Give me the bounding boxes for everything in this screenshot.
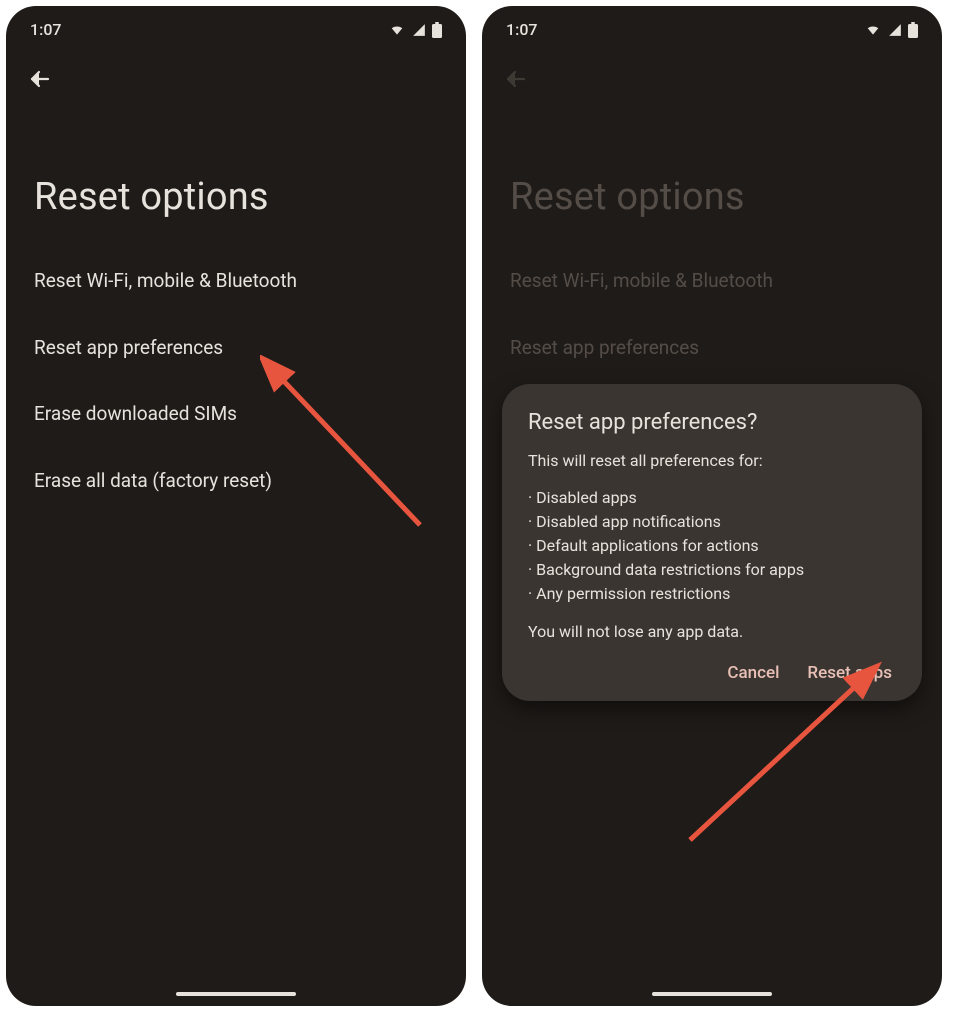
options-list: Reset Wi-Fi, mobile & Bluetooth Reset ap… <box>482 245 942 360</box>
reset-app-prefs-dialog: Reset app preferences? This will reset a… <box>502 384 922 701</box>
arrow-left-icon <box>504 67 528 91</box>
option-reset-wifi[interactable]: Reset Wi-Fi, mobile & Bluetooth <box>34 269 438 294</box>
dialog-list-item: Background data restrictions for apps <box>528 558 896 582</box>
signal-icon <box>410 23 428 37</box>
option-reset-app-prefs[interactable]: Reset app preferences <box>34 336 438 361</box>
option-factory-reset[interactable]: Erase all data (factory reset) <box>34 469 438 494</box>
option-reset-app-prefs: Reset app preferences <box>510 336 914 361</box>
wifi-icon <box>388 23 406 37</box>
status-bar: 1:07 <box>6 6 466 45</box>
battery-icon <box>432 22 442 38</box>
option-reset-wifi: Reset Wi-Fi, mobile & Bluetooth <box>510 269 914 294</box>
phone-left: 1:07 Reset options Reset Wi-Fi, mobile &… <box>6 6 466 1006</box>
dialog-title: Reset app preferences? <box>528 410 896 435</box>
dialog-list-item: Default applications for actions <box>528 534 896 558</box>
navigation-handle[interactable] <box>652 992 772 996</box>
battery-icon <box>908 22 918 38</box>
status-time: 1:07 <box>506 20 538 39</box>
option-erase-sims[interactable]: Erase downloaded SIMs <box>34 402 438 427</box>
dialog-list-item: Disabled app notifications <box>528 510 896 534</box>
navigation-handle[interactable] <box>176 992 296 996</box>
back-button[interactable] <box>6 45 466 95</box>
dialog-intro: This will reset all preferences for: <box>528 449 896 472</box>
wifi-icon <box>864 23 882 37</box>
signal-icon <box>886 23 904 37</box>
page-title: Reset options <box>482 95 942 245</box>
dialog-list-item: Any permission restrictions <box>528 582 896 606</box>
cancel-button[interactable]: Cancel <box>727 663 779 683</box>
dialog-footer: You will not lose any app data. <box>528 620 896 643</box>
status-bar: 1:07 <box>482 6 942 45</box>
page-title: Reset options <box>6 95 466 245</box>
arrow-left-icon <box>28 67 52 91</box>
back-button <box>482 45 942 95</box>
status-time: 1:07 <box>30 20 62 39</box>
dialog-list-item: Disabled apps <box>528 486 896 510</box>
options-list: Reset Wi-Fi, mobile & Bluetooth Reset ap… <box>6 245 466 494</box>
dialog-actions: Cancel Reset apps <box>528 663 896 683</box>
status-icons <box>864 22 918 38</box>
dialog-list: Disabled apps Disabled app notifications… <box>528 486 896 606</box>
phone-right: 1:07 Reset options Reset Wi-Fi, mobile &… <box>482 6 942 1006</box>
reset-apps-button[interactable]: Reset apps <box>807 663 892 683</box>
status-icons <box>388 22 442 38</box>
